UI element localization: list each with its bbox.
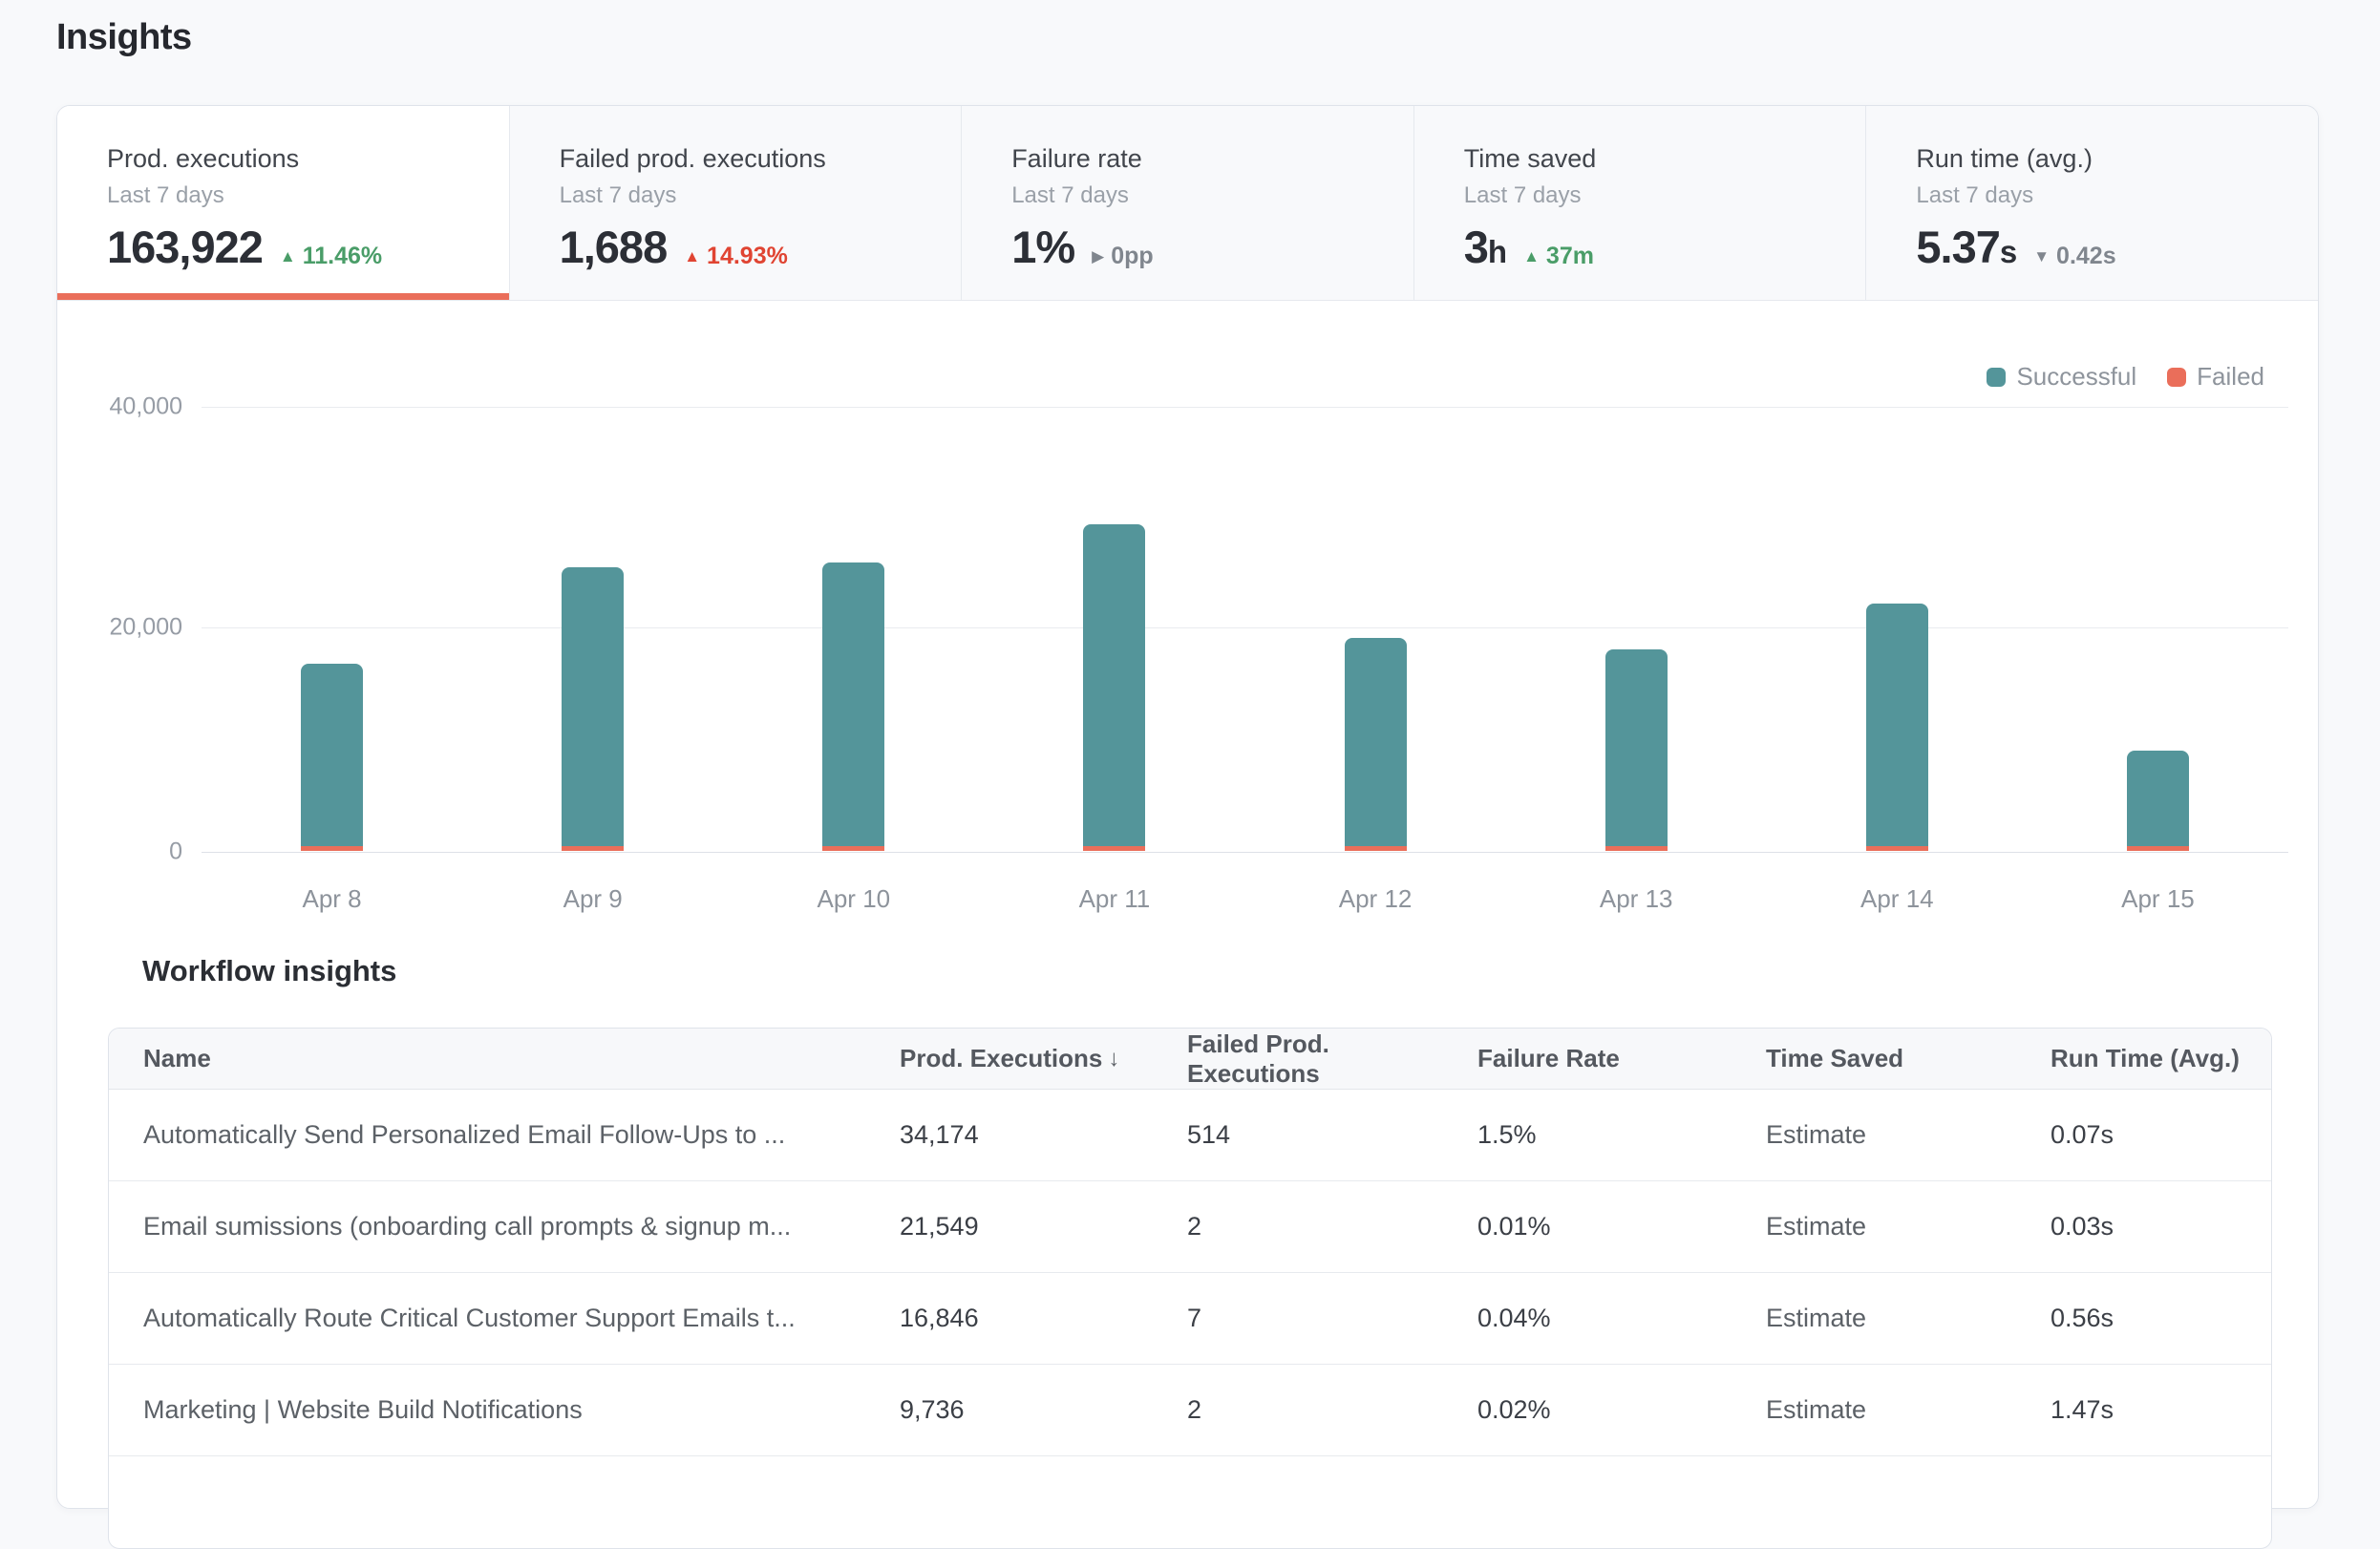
prod-executions-value: 9,736 <box>873 1395 1160 1425</box>
x-axis-tick: Apr 14 <box>1860 884 1934 914</box>
metric-tab-failed-prod-executions[interactable]: Failed prod. executions Last 7 days 1,68… <box>510 106 963 300</box>
x-axis-tick: Apr 11 <box>1079 884 1151 914</box>
metric-delta: ▲11.46% <box>280 243 382 274</box>
run-time-avg-value: 1.47s <box>2024 1395 2271 1425</box>
workflow-name-link[interactable]: Marketing | Website Build Notifications <box>143 1395 583 1424</box>
table-row: Marketing | Website Build Notifications … <box>109 1365 2271 1456</box>
failure-rate-value: 0.04% <box>1451 1304 1739 1333</box>
workflow-name-link[interactable]: Email sumissions (onboarding call prompt… <box>143 1212 791 1241</box>
workflow-name-link[interactable]: Automatically Route Critical Customer Su… <box>143 1304 796 1332</box>
bar-apr-9 <box>562 567 624 851</box>
y-axis-tick: 20,000 <box>57 614 182 642</box>
table-header-row: Name Prod. Executions↓ Failed Prod. Exec… <box>109 1029 2271 1090</box>
x-axis-tick: Apr 12 <box>1339 884 1413 914</box>
column-header-prod-executions[interactable]: Prod. Executions↓ <box>873 1044 1160 1073</box>
column-header-failure-rate[interactable]: Failure Rate <box>1451 1044 1739 1073</box>
metric-tab-run-time-avg[interactable]: Run time (avg.) Last 7 days 5.37s ▼0.42s <box>1866 106 2318 300</box>
chart-legend: Successful Failed <box>1987 362 2264 392</box>
workflow-insights-heading: Workflow insights <box>142 954 396 988</box>
legend-item-failed[interactable]: Failed <box>2167 362 2264 392</box>
x-axis-tick: Apr 15 <box>2121 884 2195 914</box>
table-row: Automatically Send Personalized Email Fo… <box>109 1090 2271 1181</box>
metric-value: 1% <box>1011 224 1074 274</box>
estimate-link[interactable]: Estimate <box>1766 1212 1866 1241</box>
table-row <box>109 1456 2271 1548</box>
bar-apr-8 <box>301 664 363 851</box>
x-axis-tick: Apr 10 <box>818 884 891 914</box>
metric-delta: ▲37m <box>1523 243 1594 274</box>
estimate-link[interactable]: Estimate <box>1766 1304 1866 1332</box>
bar-apr-12 <box>1345 638 1407 851</box>
metric-title: Failed prod. executions <box>560 144 962 174</box>
column-header-time-saved[interactable]: Time Saved <box>1739 1044 2024 1073</box>
failed-prod-executions-value: 2 <box>1160 1212 1451 1241</box>
x-axis-tick: Apr 8 <box>302 884 361 914</box>
metric-period: Last 7 days <box>560 182 962 209</box>
metric-period: Last 7 days <box>1464 182 1866 209</box>
metric-value: 1,688 <box>560 224 668 274</box>
bar-apr-10 <box>822 562 884 851</box>
x-axis-tick: Apr 13 <box>1600 884 1673 914</box>
metric-title: Prod. executions <box>107 144 509 174</box>
trend-icon: ▲ <box>1523 248 1540 265</box>
metric-value: 163,922 <box>107 224 263 274</box>
trend-icon: ▲ <box>684 248 700 265</box>
column-header-failed-prod-executions[interactable]: Failed Prod. Executions <box>1160 1029 1451 1089</box>
metric-tabs: Prod. executions Last 7 days 163,922 ▲11… <box>57 106 2318 301</box>
y-axis-tick: 40,000 <box>57 393 182 421</box>
executions-bar-chart: Apr 8Apr 9Apr 10Apr 11Apr 12Apr 13Apr 14… <box>202 407 2288 852</box>
metric-delta: ▼0.42s <box>2033 243 2115 274</box>
table-row: Email sumissions (onboarding call prompt… <box>109 1181 2271 1273</box>
legend-label: Successful <box>2016 362 2136 392</box>
estimate-link[interactable]: Estimate <box>1766 1120 1866 1149</box>
estimate-link[interactable]: Estimate <box>1766 1395 1866 1424</box>
workflow-name-link[interactable]: Automatically Send Personalized Email Fo… <box>143 1120 785 1149</box>
failure-rate-value: 0.02% <box>1451 1395 1739 1425</box>
failure-rate-value: 0.01% <box>1451 1212 1739 1241</box>
metric-title: Failure rate <box>1011 144 1413 174</box>
failed-prod-executions-value: 2 <box>1160 1395 1451 1425</box>
bar-apr-11 <box>1083 524 1145 851</box>
trend-icon: ▲ <box>280 248 296 265</box>
metric-delta: ▲14.93% <box>684 243 788 274</box>
table-row: Automatically Route Critical Customer Su… <box>109 1273 2271 1365</box>
bar-apr-13 <box>1605 649 1668 851</box>
trend-icon: ▶ <box>1092 248 1104 265</box>
workflow-insights-table: Name Prod. Executions↓ Failed Prod. Exec… <box>108 1028 2272 1549</box>
y-axis-tick: 0 <box>57 838 182 866</box>
trend-icon: ▼ <box>2033 248 2050 265</box>
metric-tab-failure-rate[interactable]: Failure rate Last 7 days 1% ▶0pp <box>962 106 1414 300</box>
legend-label: Failed <box>2197 362 2264 392</box>
prod-executions-value: 16,846 <box>873 1304 1160 1333</box>
run-time-avg-value: 0.07s <box>2024 1120 2271 1150</box>
metric-delta: ▶0pp <box>1092 243 1154 274</box>
column-header-run-time-avg[interactable]: Run Time (Avg.) <box>2024 1044 2271 1073</box>
metric-tab-prod-executions[interactable]: Prod. executions Last 7 days 163,922 ▲11… <box>57 106 510 300</box>
run-time-avg-value: 0.56s <box>2024 1304 2271 1333</box>
sort-descending-icon: ↓ <box>1108 1046 1119 1072</box>
metric-value: 3h <box>1464 224 1506 274</box>
x-axis-tick: Apr 9 <box>563 884 623 914</box>
metric-period: Last 7 days <box>107 182 509 209</box>
failed-swatch-icon <box>2167 368 2186 387</box>
insights-card: Prod. executions Last 7 days 163,922 ▲11… <box>56 105 2319 1509</box>
metric-title: Run time (avg.) <box>1916 144 2318 174</box>
column-header-name[interactable]: Name <box>109 1044 873 1073</box>
failure-rate-value: 1.5% <box>1451 1120 1739 1150</box>
page-title: Insights <box>56 17 192 58</box>
bar-apr-15 <box>2127 751 2189 851</box>
metric-tab-time-saved[interactable]: Time saved Last 7 days 3h ▲37m <box>1414 106 1867 300</box>
failed-prod-executions-value: 514 <box>1160 1120 1451 1150</box>
legend-item-successful[interactable]: Successful <box>1987 362 2136 392</box>
metric-period: Last 7 days <box>1916 182 2318 209</box>
bar-apr-14 <box>1866 604 1928 851</box>
failed-prod-executions-value: 7 <box>1160 1304 1451 1333</box>
prod-executions-value: 34,174 <box>873 1120 1160 1150</box>
successful-swatch-icon <box>1987 368 2006 387</box>
metric-value: 5.37s <box>1916 224 2016 274</box>
metric-title: Time saved <box>1464 144 1866 174</box>
prod-executions-value: 21,549 <box>873 1212 1160 1241</box>
run-time-avg-value: 0.03s <box>2024 1212 2271 1241</box>
metric-period: Last 7 days <box>1011 182 1413 209</box>
